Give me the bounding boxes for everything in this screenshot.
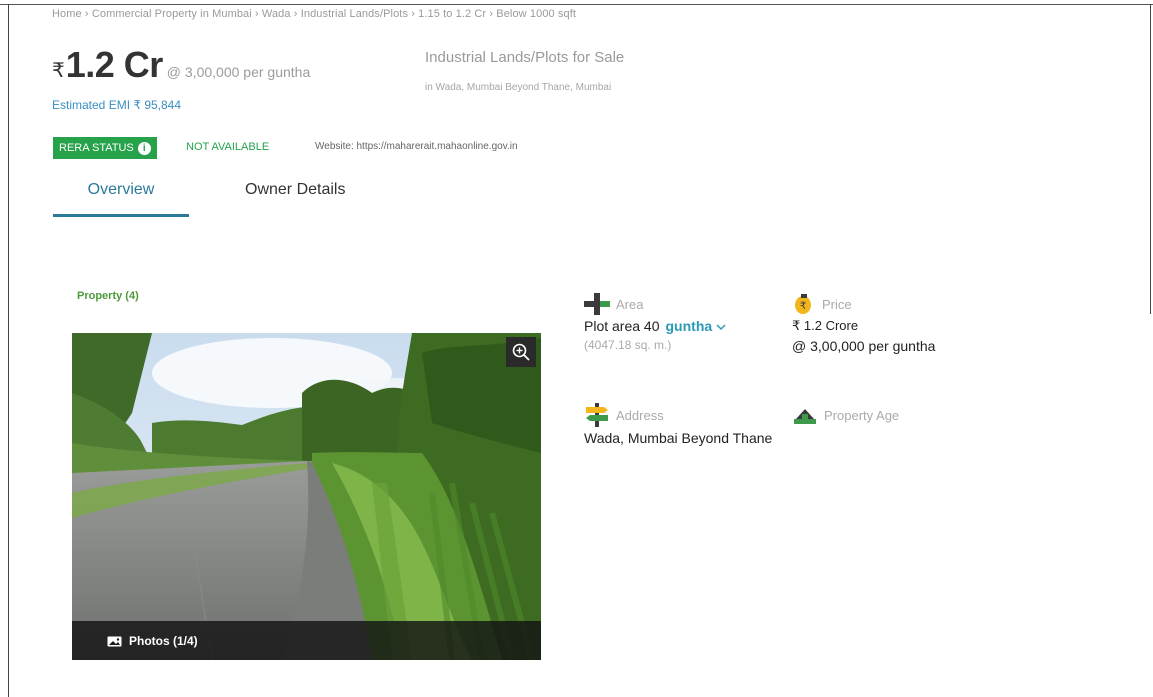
address-label: Address: [616, 407, 664, 423]
area-unit-dropdown[interactable]: guntha: [666, 318, 727, 334]
area-unit-label: guntha: [665, 318, 713, 334]
chevron-down-icon: [716, 324, 726, 331]
section-title-property: Property (4): [77, 290, 139, 302]
window-left-edge: [8, 4, 9, 697]
property-age-icon: [794, 409, 816, 424]
property-age-detail: Property Age: [792, 403, 899, 427]
area-detail: Area Plot area 40 guntha (4047.18 sq. m.…: [584, 292, 726, 352]
window-right-edge: [1150, 4, 1151, 314]
breadcrumb[interactable]: Home › Commercial Property in Mumbai › W…: [52, 8, 576, 20]
price-value: 1.2 Cr: [65, 44, 164, 85]
tab-owner-details[interactable]: Owner Details: [245, 181, 345, 199]
photos-counter-label: Photos (1/4): [129, 633, 198, 648]
address-icon: [586, 403, 608, 427]
property-location: in Wada, Mumbai Beyond Thane, Mumbai: [425, 82, 612, 93]
photos-counter-button[interactable]: Photos (1/4): [72, 621, 541, 660]
tab-overview[interactable]: Overview: [53, 173, 189, 217]
price-label: Price: [822, 296, 852, 312]
address-value: Wada, Mumbai Beyond Thane: [584, 430, 773, 446]
property-age-label: Property Age: [824, 407, 900, 423]
area-value: Plot area 40: [584, 318, 660, 334]
address-detail: Address Wada, Mumbai Beyond Thane: [584, 403, 774, 449]
property-photo[interactable]: Photos (1/4): [72, 333, 541, 660]
price-rate: @ 3,00,000 per guntha: [166, 64, 311, 80]
price-detail: ₹ Price ₹ 1.2 Crore @ 3,00,000 per gunth…: [792, 292, 935, 354]
svg-text:₹: ₹: [800, 301, 806, 312]
price-detail-value: ₹ 1.2 Crore: [792, 318, 859, 333]
rera-status-badge[interactable]: RERA STATUS i: [53, 137, 157, 159]
rera-website[interactable]: Website: https://maharerait.mahaonline.g…: [315, 141, 518, 152]
info-icon[interactable]: i: [137, 141, 151, 155]
camera-icon: [107, 636, 122, 646]
area-sqm: (4047.18 sq. m.): [584, 338, 672, 352]
property-title: Industrial Lands/Plots for Sale: [425, 49, 625, 66]
zoom-in-icon: [512, 343, 530, 361]
roadside-landscape-image: [72, 333, 541, 660]
price-detail-rate: @ 3,00,000 per guntha: [792, 338, 936, 354]
price-header: ₹ 1.2 Cr @ 3,00,000 per guntha: [52, 44, 310, 86]
currency-symbol: ₹: [52, 60, 65, 82]
area-icon: [584, 293, 610, 315]
area-label: Area: [616, 296, 644, 312]
window-top-edge: [0, 0, 1153, 5]
zoom-in-button[interactable]: [506, 337, 536, 367]
price-icon: ₹: [795, 294, 811, 314]
rera-status-value: NOT AVAILABLE: [186, 141, 270, 153]
estimated-emi-link[interactable]: Estimated EMI ₹ 95,844: [52, 98, 181, 112]
rera-status-label: RERA STATUS: [59, 142, 134, 154]
